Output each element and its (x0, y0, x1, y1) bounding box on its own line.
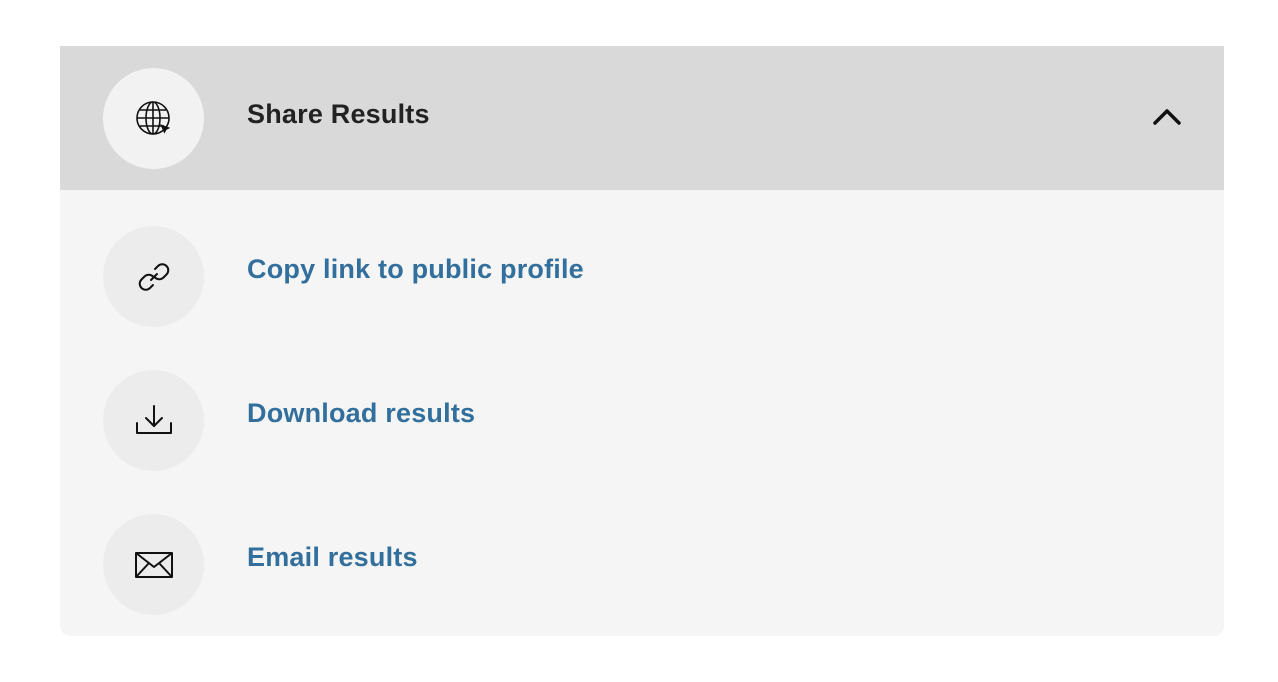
envelope-icon (134, 551, 173, 578)
share-results-panel: Share Results Copy link to public profil… (60, 46, 1224, 636)
chevron-up-icon[interactable] (1150, 102, 1184, 132)
link-icon-circle (103, 226, 204, 327)
copy-link-label[interactable]: Copy link to public profile (247, 254, 584, 285)
download-icon (135, 404, 172, 434)
download-results-item[interactable]: Download results (60, 366, 1224, 476)
globe-icon (135, 100, 170, 135)
download-icon-circle (103, 370, 204, 471)
globe-icon-circle (103, 68, 204, 169)
download-results-label[interactable]: Download results (247, 398, 475, 429)
email-results-item[interactable]: Email results (60, 510, 1224, 620)
email-results-label[interactable]: Email results (247, 542, 418, 573)
share-results-title: Share Results (247, 99, 430, 129)
envelope-icon-circle (103, 514, 204, 615)
share-results-header[interactable]: Share Results (60, 46, 1224, 190)
link-icon (138, 262, 169, 291)
copy-link-item[interactable]: Copy link to public profile (60, 222, 1224, 332)
